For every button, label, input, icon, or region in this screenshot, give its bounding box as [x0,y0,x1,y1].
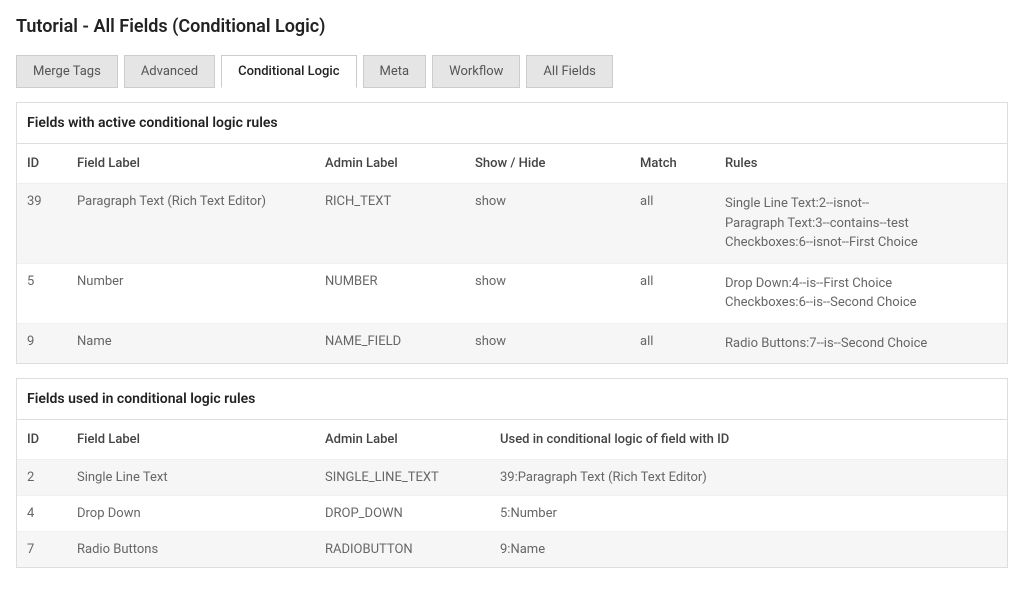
cell-admin-label: RADIOBUTTON [315,532,490,568]
cell-admin-label: NUMBER [315,263,465,323]
header-admin-label: Admin Label [315,144,465,184]
cell-show-hide: show [465,323,630,363]
cell-admin-label: DROP_DOWN [315,496,490,532]
cell-match: all [630,323,715,363]
table-header-row: ID Field Label Admin Label Show / Hide M… [17,144,1007,184]
header-id: ID [17,420,67,460]
cell-show-hide: show [465,263,630,323]
cell-match: all [630,263,715,323]
header-rules: Rules [715,144,1007,184]
table-used-in-rules: ID Field Label Admin Label Used in condi… [17,420,1007,567]
cell-field-label: Name [67,323,315,363]
header-admin-label: Admin Label [315,420,490,460]
table-row: 5NumberNUMBERshowallDrop Down:4--is--Fir… [17,263,1007,323]
cell-id: 9 [17,323,67,363]
cell-match: all [630,184,715,264]
cell-show-hide: show [465,184,630,264]
header-field-label: Field Label [67,420,315,460]
table-row: 7Radio ButtonsRADIOBUTTON9:Name [17,532,1007,568]
panel-active-rules: Fields with active conditional logic rul… [16,102,1008,364]
cell-id: 2 [17,460,67,496]
cell-admin-label: NAME_FIELD [315,323,465,363]
table-used-in-body: 2Single Line TextSINGLE_LINE_TEXT39:Para… [17,460,1007,568]
cell-field-label: Single Line Text [67,460,315,496]
header-id: ID [17,144,67,184]
cell-used-in: 9:Name [490,532,1007,568]
tab-all-fields[interactable]: All Fields [526,55,612,88]
tab-merge-tags[interactable]: Merge Tags [16,55,118,88]
cell-rules: Radio Buttons:7--is--Second Choice [715,323,1007,363]
panel-active-rules-title: Fields with active conditional logic rul… [17,103,1007,144]
cell-id: 39 [17,184,67,264]
tab-advanced[interactable]: Advanced [124,55,215,88]
cell-id: 7 [17,532,67,568]
table-row: 2Single Line TextSINGLE_LINE_TEXT39:Para… [17,460,1007,496]
cell-id: 4 [17,496,67,532]
tabs-container: Merge TagsAdvancedConditional LogicMetaW… [16,55,1008,88]
panel-used-in-rules: Fields used in conditional logic rules I… [16,378,1008,568]
tab-workflow[interactable]: Workflow [432,55,520,88]
table-active-rules-body: 39Paragraph Text (Rich Text Editor)RICH_… [17,184,1007,364]
cell-field-label: Radio Buttons [67,532,315,568]
cell-admin-label: RICH_TEXT [315,184,465,264]
header-used-in: Used in conditional logic of field with … [490,420,1007,460]
header-show-hide: Show / Hide [465,144,630,184]
cell-rules: Drop Down:4--is--First ChoiceCheckboxes:… [715,263,1007,323]
panel-used-in-title: Fields used in conditional logic rules [17,379,1007,420]
table-row: 39Paragraph Text (Rich Text Editor)RICH_… [17,184,1007,264]
table-active-rules: ID Field Label Admin Label Show / Hide M… [17,144,1007,363]
page-title: Tutorial - All Fields (Conditional Logic… [16,16,1008,37]
cell-field-label: Paragraph Text (Rich Text Editor) [67,184,315,264]
tab-conditional-logic[interactable]: Conditional Logic [221,55,356,88]
cell-used-in: 5:Number [490,496,1007,532]
cell-field-label: Number [67,263,315,323]
cell-id: 5 [17,263,67,323]
table-row: 4Drop DownDROP_DOWN5:Number [17,496,1007,532]
cell-rules: Single Line Text:2--isnot--Paragraph Tex… [715,184,1007,264]
header-match: Match [630,144,715,184]
cell-field-label: Drop Down [67,496,315,532]
table-header-row: ID Field Label Admin Label Used in condi… [17,420,1007,460]
header-field-label: Field Label [67,144,315,184]
cell-admin-label: SINGLE_LINE_TEXT [315,460,490,496]
tab-meta[interactable]: Meta [363,55,427,88]
cell-used-in: 39:Paragraph Text (Rich Text Editor) [490,460,1007,496]
table-row: 9NameNAME_FIELDshowallRadio Buttons:7--i… [17,323,1007,363]
